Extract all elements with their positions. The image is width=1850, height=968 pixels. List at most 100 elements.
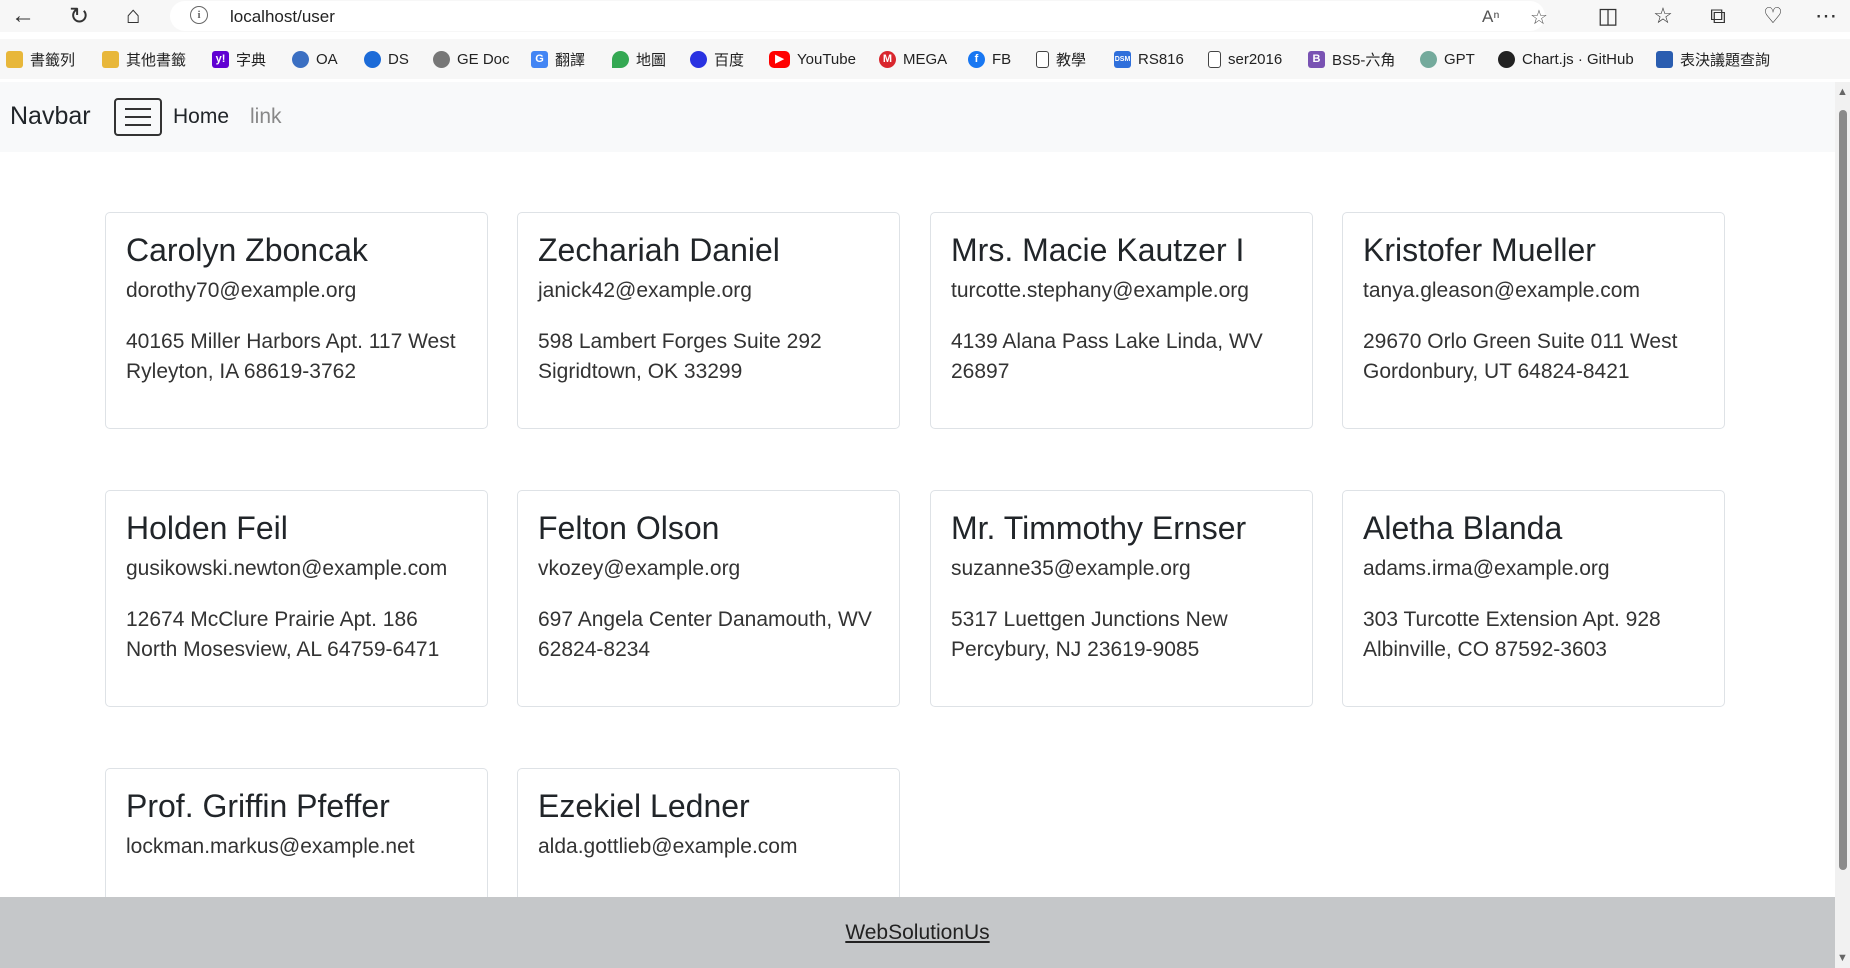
nav-link-link[interactable]: link xyxy=(250,105,282,129)
footer-link[interactable]: WebSolutionUs xyxy=(845,921,989,945)
bookmark-item[interactable]: DSM RS816 xyxy=(1114,48,1184,70)
user-address: 598 Lambert Forges Suite 292 Sigridtown,… xyxy=(538,330,822,383)
baidu-icon xyxy=(690,50,707,68)
user-address: 12674 McClure Prairie Apt. 186 North Mos… xyxy=(126,608,440,661)
bookmark-item[interactable]: GE Doc xyxy=(433,48,510,70)
user-address: 29670 Orlo Green Suite 011 West Gordonbu… xyxy=(1363,330,1678,383)
yahoo-icon: y! xyxy=(212,50,229,68)
hamburger-icon-line xyxy=(125,116,151,118)
address-bar[interactable]: i localhost/user Aⁿ ☆ xyxy=(170,1,1548,31)
oa-icon xyxy=(292,50,309,68)
hamburger-icon-line xyxy=(125,124,151,126)
maps-icon xyxy=(612,50,629,68)
user-address: 5317 Luettgen Junctions New Percybury, N… xyxy=(951,608,1228,661)
user-email: turcotte.stephany@example.org xyxy=(951,279,1249,302)
bookmark-item[interactable]: f FB xyxy=(968,48,1011,70)
user-card: Carolyn Zboncak dorothy70@example.org 40… xyxy=(105,212,488,429)
folder-icon xyxy=(6,50,23,68)
collections-icon[interactable]: ⧉ xyxy=(1700,2,1736,30)
browser-toolbar: ← ↻ ⌂ i localhost/user Aⁿ ☆ ◫ ☆ ⧉ ♡ ⋯ xyxy=(0,0,1850,32)
ge-doc-icon xyxy=(433,50,450,68)
more-options-icon[interactable]: ⋯ xyxy=(1808,2,1844,30)
user-name: Felton Olson xyxy=(538,510,720,546)
nav-link-home[interactable]: Home xyxy=(173,105,229,129)
bookmark-item[interactable]: G 翻譯 xyxy=(531,48,585,70)
bookmark-item[interactable]: ser2016 xyxy=(1208,48,1282,70)
user-address: 4139 Alana Pass Lake Linda, WV 26897 xyxy=(951,330,1263,383)
user-name: Aletha Blanda xyxy=(1363,510,1563,546)
page-icon xyxy=(1036,50,1049,68)
favorites-icon[interactable]: ☆ xyxy=(1645,2,1681,30)
vote-icon xyxy=(1656,50,1673,68)
reload-icon[interactable]: ↻ xyxy=(62,2,96,30)
hamburger-icon-line xyxy=(125,108,151,110)
bookmark-item[interactable]: 地圖 xyxy=(612,48,666,70)
footer: WebSolutionUs xyxy=(0,897,1835,968)
bookmark-item[interactable]: M MEGA xyxy=(879,48,947,70)
user-name: Mr. Timmothy Ernser xyxy=(951,510,1247,546)
navbar-toggler-button[interactable] xyxy=(114,98,162,136)
bookmark-item[interactable]: Chart.js · GitHub xyxy=(1498,48,1634,70)
bookmark-item[interactable]: y! 字典 xyxy=(212,48,266,70)
read-aloud-icon[interactable]: Aⁿ xyxy=(1482,7,1500,27)
bookmark-item[interactable]: OA xyxy=(292,48,338,70)
openai-icon xyxy=(1420,50,1437,68)
bookmark-item[interactable]: 表決議題查詢 xyxy=(1656,48,1770,70)
user-address: 303 Turcotte Extension Apt. 928 Albinvil… xyxy=(1363,608,1661,661)
navbar: Navbar Home link xyxy=(0,82,1835,152)
user-card: Mrs. Macie Kautzer I turcotte.stephany@e… xyxy=(930,212,1313,429)
bootstrap-icon: B xyxy=(1308,50,1325,68)
bookmarks-bar: 書籤列 其他書籤 y! 字典 OA DS GE Doc G 翻譯 地圖 百度 ▶ Yo… xyxy=(0,39,1850,79)
bookmark-item[interactable]: B BS5-六角 xyxy=(1308,48,1395,70)
user-name: Kristofer Mueller xyxy=(1363,232,1596,268)
user-email: tanya.gleason@example.com xyxy=(1363,279,1640,302)
bookmark-item[interactable]: 教學 xyxy=(1036,48,1086,70)
user-name: Holden Feil xyxy=(126,510,288,546)
user-email: janick42@example.org xyxy=(538,279,752,302)
split-screen-icon[interactable]: ◫ xyxy=(1590,2,1626,30)
page-viewport: Navbar Home link Carolyn Zboncak dorothy… xyxy=(0,82,1835,968)
user-card: Aletha Blanda adams.irma@example.org 303… xyxy=(1342,490,1725,707)
facebook-icon: f xyxy=(968,50,985,68)
scroll-down-icon[interactable]: ▼ xyxy=(1837,952,1848,964)
user-card: Mr. Timmothy Ernser suzanne35@example.or… xyxy=(930,490,1313,707)
user-card: Kristofer Mueller tanya.gleason@example.… xyxy=(1342,212,1725,429)
back-icon[interactable]: ← xyxy=(6,2,40,30)
scroll-up-icon[interactable]: ▲ xyxy=(1837,86,1848,98)
browser-essentials-icon[interactable]: ♡ xyxy=(1755,2,1791,30)
bookmark-folder[interactable]: 書籤列 xyxy=(6,48,75,70)
url-text: localhost/user xyxy=(230,7,335,26)
user-email: gusikowski.newton@example.com xyxy=(126,557,448,580)
user-email: lockman.markus@example.net xyxy=(126,835,415,858)
ge-icon xyxy=(364,50,381,68)
bookmark-item[interactable]: DS xyxy=(364,48,409,70)
dsm-icon: DSM xyxy=(1114,50,1131,68)
home-icon[interactable]: ⌂ xyxy=(116,2,150,30)
bookmark-item[interactable]: 百度 xyxy=(690,48,744,70)
youtube-icon: ▶ xyxy=(769,50,790,68)
user-email: dorothy70@example.org xyxy=(126,279,357,302)
mega-icon: M xyxy=(879,50,896,68)
user-name: Ezekiel Ledner xyxy=(538,788,750,824)
navbar-brand[interactable]: Navbar xyxy=(10,102,91,131)
user-card: Felton Olson vkozey@example.org 697 Ange… xyxy=(517,490,900,707)
favorite-star-icon[interactable]: ☆ xyxy=(1530,5,1548,30)
translate-icon: G xyxy=(531,50,548,68)
user-card: Holden Feil gusikowski.newton@example.co… xyxy=(105,490,488,707)
user-email: adams.irma@example.org xyxy=(1363,557,1610,580)
user-card: Zechariah Daniel janick42@example.org 59… xyxy=(517,212,900,429)
site-info-icon[interactable]: i xyxy=(190,6,208,24)
user-name: Mrs. Macie Kautzer I xyxy=(951,232,1245,268)
page-icon xyxy=(1208,50,1221,68)
user-name: Carolyn Zboncak xyxy=(126,232,368,268)
bookmark-item[interactable]: GPT xyxy=(1420,48,1475,70)
scrollbar-thumb[interactable] xyxy=(1839,110,1847,870)
page-scrollbar[interactable]: ▲ ▼ xyxy=(1835,82,1850,968)
user-address: 40165 Miller Harbors Apt. 117 West Ryley… xyxy=(126,330,456,383)
bookmark-folder[interactable]: 其他書籤 xyxy=(102,48,186,70)
bookmark-item[interactable]: ▶ YouTube xyxy=(769,48,856,70)
user-address: 697 Angela Center Danamouth, WV 62824-82… xyxy=(538,608,872,661)
user-email: vkozey@example.org xyxy=(538,557,741,580)
user-email: alda.gottlieb@example.com xyxy=(538,835,798,858)
folder-icon xyxy=(102,50,119,68)
